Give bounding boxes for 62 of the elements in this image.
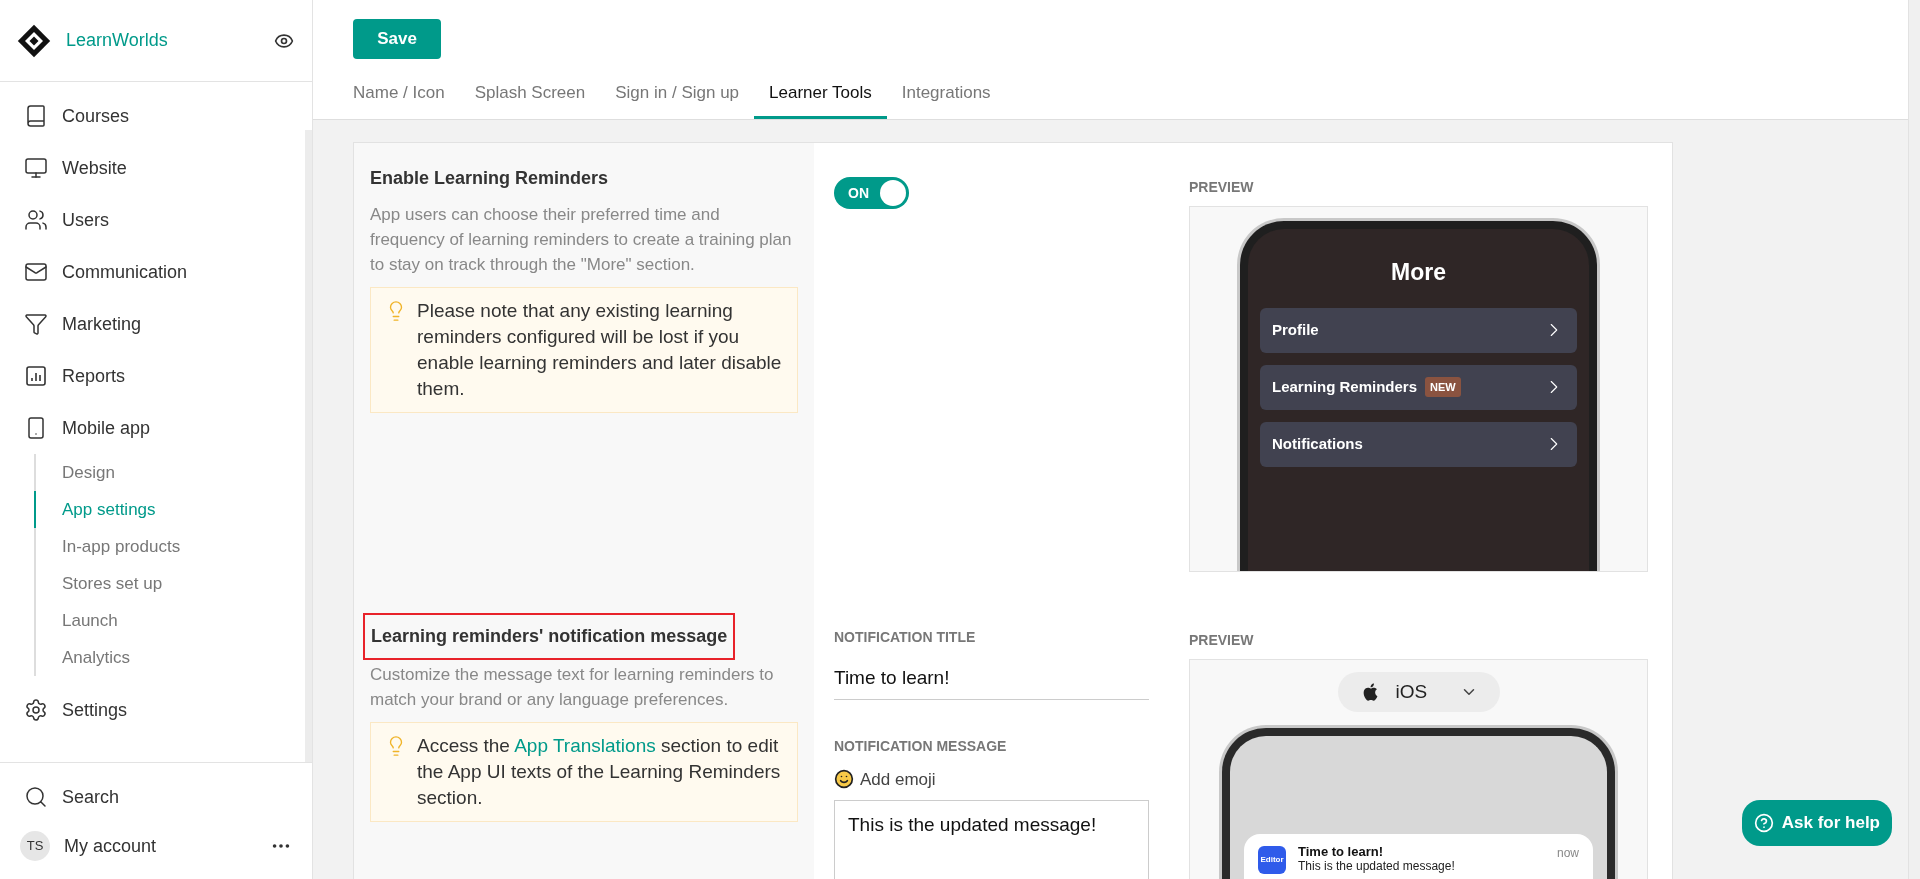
menu-row[interactable]: Notifications bbox=[1260, 421, 1577, 467]
tab[interactable]: Learner Tools bbox=[754, 69, 887, 119]
account-link[interactable]: My account bbox=[64, 832, 256, 860]
nav-item[interactable]: Mobile app bbox=[62, 414, 151, 442]
nav-subitem[interactable]: In-app products bbox=[34, 528, 181, 565]
menu-row[interactable]: Profile bbox=[1260, 307, 1577, 353]
tab[interactable]: Splash Screen bbox=[459, 69, 601, 119]
field-label: NOTIFICATION MESSAGE bbox=[834, 736, 1008, 756]
nav-item[interactable]: Marketing bbox=[62, 310, 142, 338]
nav-item[interactable]: Users bbox=[62, 206, 109, 234]
notification-time: now bbox=[1557, 845, 1579, 862]
menu-row[interactable]: Learning Reminders NEW bbox=[1260, 364, 1577, 410]
help-icon bbox=[1753, 813, 1774, 833]
nav-subitem[interactable]: Stores set up bbox=[34, 565, 163, 602]
section-description: App users can choose their preferred time and frequency of learning reminders to create a training plan to stay on track through the "More" section. bbox=[370, 204, 793, 276]
new-badge: NEW bbox=[1425, 376, 1461, 398]
users-icon bbox=[24, 208, 48, 232]
funnel-icon bbox=[24, 312, 48, 336]
nav-subitem[interactable]: Launch bbox=[34, 602, 118, 639]
message-field[interactable]: This is the updated message! bbox=[834, 800, 1149, 879]
section-description: Customize the message text for learning reminders to match your brand or any language preferences. bbox=[370, 664, 775, 711]
preview-label: PREVIEW bbox=[1189, 178, 1255, 197]
smiley-icon[interactable] bbox=[834, 769, 854, 790]
add-emoji-button[interactable]: Add emoji bbox=[860, 766, 936, 792]
toggle-switch[interactable]: ON bbox=[834, 177, 909, 209]
logo-icon bbox=[16, 22, 52, 59]
field-label: NOTIFICATION TITLE bbox=[834, 628, 977, 647]
tab[interactable]: Integrations bbox=[886, 69, 1006, 119]
app-icon: Editor bbox=[1258, 846, 1286, 874]
nav-subitem[interactable]: Design bbox=[34, 454, 115, 491]
book-icon bbox=[24, 104, 48, 128]
nav-subitem[interactable]: Analytics bbox=[34, 639, 131, 676]
notification-text: This is the updated message! bbox=[1298, 859, 1456, 873]
search-link[interactable]: Search bbox=[62, 783, 120, 811]
screen-title: More bbox=[1390, 258, 1447, 287]
avatar[interactable]: TS bbox=[20, 831, 50, 861]
nav-item[interactable]: Settings bbox=[62, 696, 128, 724]
bar-chart-icon bbox=[24, 364, 48, 388]
scrollbar[interactable] bbox=[1908, 0, 1920, 879]
monitor-icon bbox=[24, 156, 48, 180]
title-field[interactable]: Time to learn! bbox=[834, 664, 1149, 700]
envelope-icon bbox=[24, 260, 48, 284]
note-text: Please note that any existing learning reminders configured will be lost if you enable learning reminders and later disable them. bbox=[417, 299, 783, 401]
brand-name[interactable]: LearnWorlds bbox=[66, 27, 260, 54]
section-title: Learning reminders' notification message bbox=[363, 613, 736, 660]
notification-title: Time to learn! bbox=[1298, 844, 1384, 859]
platform-select[interactable]: iOS bbox=[1337, 672, 1500, 712]
nav-item[interactable]: Courses bbox=[62, 102, 130, 130]
nav-subitem[interactable]: App settings bbox=[34, 491, 156, 528]
help-button[interactable]: Ask for help bbox=[1741, 800, 1892, 846]
nav-item[interactable]: Website bbox=[62, 154, 127, 182]
preview-label: PREVIEW bbox=[1189, 631, 1255, 650]
settings-icon bbox=[24, 698, 48, 722]
tab[interactable]: Sign in / Sign up bbox=[600, 69, 755, 119]
note-text: Access the App Translations section to edit the App UI texts of the Learning Reminders section. bbox=[417, 734, 782, 810]
section-title: Enable Learning Reminders bbox=[370, 167, 610, 190]
search-icon bbox=[24, 785, 48, 809]
scrollbar[interactable] bbox=[305, 130, 312, 762]
nav-item[interactable]: Communication bbox=[62, 258, 188, 286]
nav-item[interactable]: Reports bbox=[62, 362, 126, 390]
save-button[interactable]: Save bbox=[353, 19, 441, 59]
tab[interactable]: Name / Icon bbox=[353, 69, 460, 119]
